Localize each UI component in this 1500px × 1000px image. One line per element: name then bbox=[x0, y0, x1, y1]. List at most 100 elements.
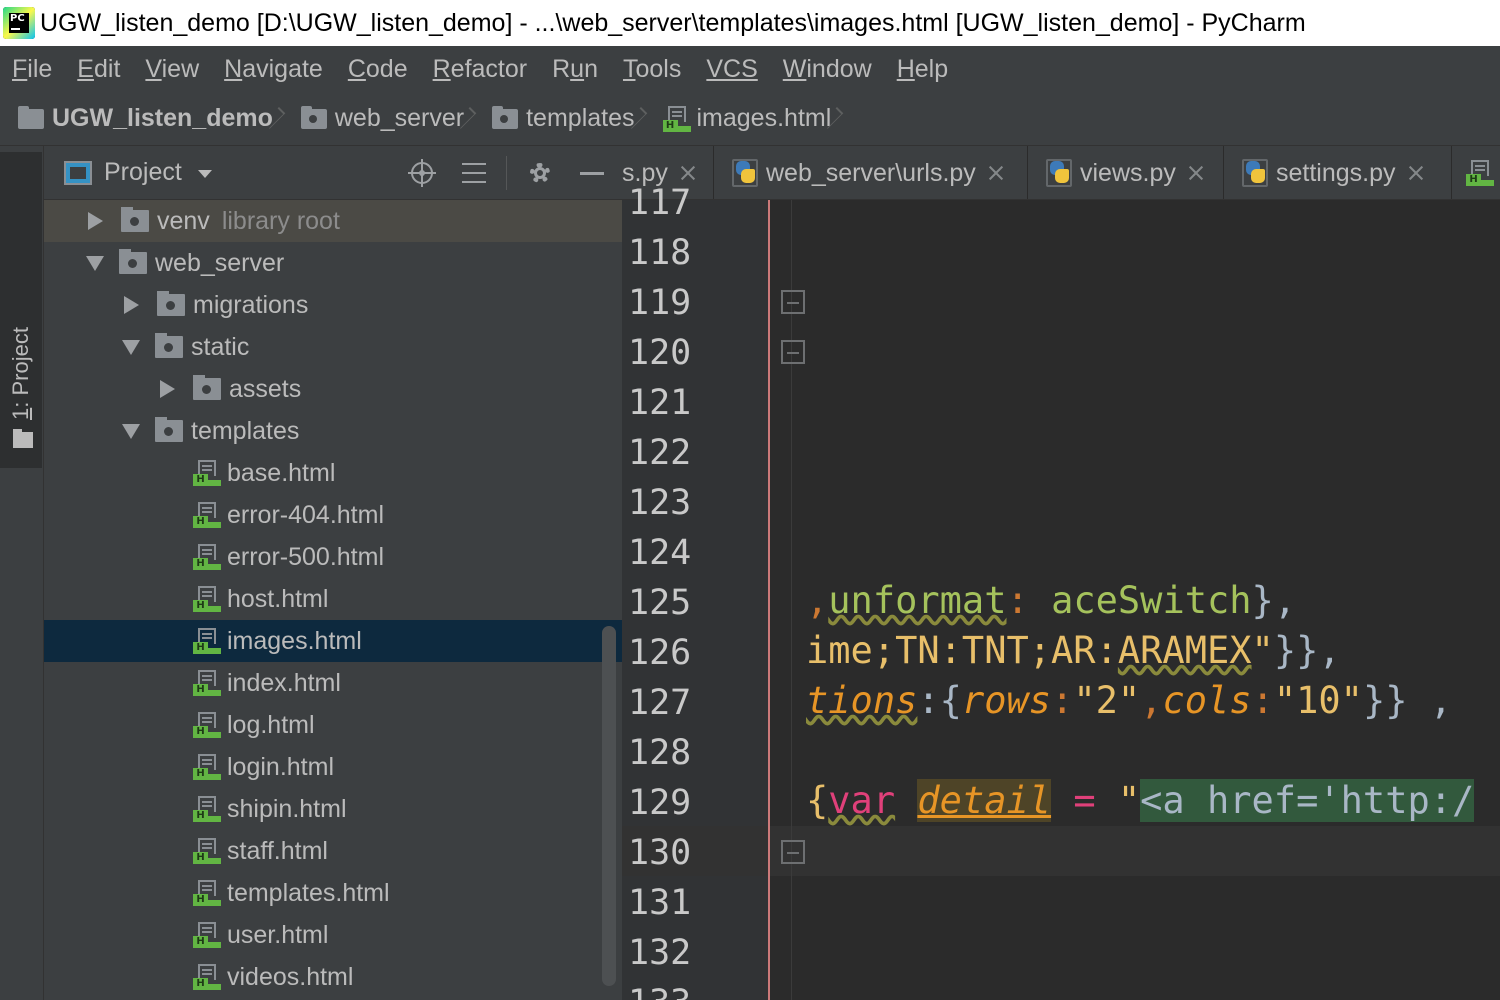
tree-item-assets[interactable]: assets bbox=[44, 368, 622, 410]
line-number: 125 bbox=[628, 583, 692, 623]
close-icon[interactable] bbox=[988, 165, 1004, 181]
pycharm-logo-icon: PC bbox=[3, 7, 35, 39]
right-margin-guide bbox=[768, 200, 770, 1000]
tree-item-file[interactable]: H videos.html bbox=[44, 956, 622, 998]
folder-icon bbox=[13, 429, 33, 448]
html-file-icon: H bbox=[662, 105, 691, 132]
breadcrumb-separator-icon bbox=[837, 102, 851, 136]
tree-item-file[interactable]: H staff.html bbox=[44, 830, 622, 872]
tree-item-file[interactable]: H error-404.html bbox=[44, 494, 622, 536]
tree-item-file[interactable]: H log.html bbox=[44, 704, 622, 746]
html-file-icon: H bbox=[193, 880, 221, 906]
breadcrumb-templates[interactable]: templates bbox=[492, 104, 635, 133]
breadcrumb-images-html[interactable]: H images.html bbox=[662, 104, 831, 133]
tree-item-templates[interactable]: templates bbox=[44, 410, 622, 452]
chevron-down-icon[interactable] bbox=[197, 170, 212, 178]
chevron-right-icon[interactable] bbox=[88, 212, 103, 230]
breadcrumb-project[interactable]: UGW_listen_demo bbox=[18, 104, 273, 133]
tree-item-file[interactable]: H base.html bbox=[44, 452, 622, 494]
line-number: 121 bbox=[628, 383, 692, 423]
line-number: 127 bbox=[628, 683, 692, 723]
locate-file-icon[interactable] bbox=[408, 159, 436, 187]
tool-tab-project[interactable]: 1: Project bbox=[0, 152, 42, 468]
tree-item-web-server[interactable]: web_server bbox=[44, 242, 622, 284]
tree-item-static[interactable]: static bbox=[44, 326, 622, 368]
menu-view[interactable]: View bbox=[145, 55, 199, 84]
html-file-icon: H bbox=[193, 460, 221, 486]
chevron-down-icon[interactable] bbox=[122, 423, 140, 439]
tree-item-file[interactable]: H index.html bbox=[44, 662, 622, 704]
tree-item-venv[interactable]: venv library root bbox=[44, 200, 622, 242]
fold-marker-icon[interactable] bbox=[781, 840, 805, 866]
folder-icon bbox=[155, 333, 183, 358]
menu-bar: File Edit View Navigate Code Refactor Ru… bbox=[0, 46, 1500, 92]
current-line-highlight bbox=[622, 826, 1500, 876]
fold-marker-icon[interactable] bbox=[781, 340, 805, 366]
menu-refactor[interactable]: Refactor bbox=[433, 55, 528, 84]
line-number: 119 bbox=[628, 283, 692, 323]
html-file-icon: H bbox=[1466, 160, 1494, 186]
chevron-right-icon[interactable] bbox=[124, 296, 139, 314]
menu-vcs[interactable]: VCS bbox=[706, 55, 757, 84]
close-icon[interactable] bbox=[1188, 165, 1204, 181]
tree-scrollbar[interactable] bbox=[602, 626, 616, 986]
code-line-125: ,unformat: aceSwitch}, bbox=[806, 579, 1297, 622]
tab-settings-py[interactable]: settings.py bbox=[1232, 146, 1452, 199]
gear-icon[interactable] bbox=[526, 159, 554, 187]
menu-code[interactable]: Code bbox=[348, 55, 408, 84]
tab-urls-py[interactable]: web_server\urls.py bbox=[722, 146, 1028, 199]
tree-item-file[interactable]: H user.html bbox=[44, 914, 622, 956]
folder-icon bbox=[119, 249, 147, 274]
line-number: 129 bbox=[628, 783, 692, 823]
chevron-down-icon[interactable] bbox=[86, 255, 104, 271]
menu-tools[interactable]: Tools bbox=[623, 55, 681, 84]
close-icon[interactable] bbox=[1408, 165, 1424, 181]
chevron-right-icon[interactable] bbox=[160, 380, 175, 398]
html-file-icon: H bbox=[193, 964, 221, 990]
line-number: 133 bbox=[628, 978, 748, 1000]
line-number-current: 130 bbox=[628, 833, 692, 873]
tab-html-file[interactable]: H bbox=[1456, 146, 1500, 199]
project-panel: Project venv library root web_server mig… bbox=[44, 146, 622, 1000]
navigation-breadcrumb: UGW_listen_demo web_server templates H i… bbox=[0, 92, 1500, 146]
title-bar: PC UGW_listen_demo [D:\UGW_listen_demo] … bbox=[0, 0, 1500, 46]
line-number: 124 bbox=[628, 533, 692, 573]
line-number: 132 bbox=[628, 933, 692, 973]
package-folder-icon bbox=[492, 105, 519, 129]
minimize-icon[interactable] bbox=[578, 159, 606, 187]
menu-run[interactable]: Run bbox=[552, 55, 598, 84]
line-number: 126 bbox=[628, 633, 692, 673]
menu-file[interactable]: File bbox=[12, 55, 52, 84]
tree-item-file[interactable]: H host.html bbox=[44, 578, 622, 620]
breadcrumb-web-server[interactable]: web_server bbox=[300, 104, 464, 133]
tree-item-file-selected[interactable]: H images.html bbox=[44, 620, 622, 662]
chevron-down-icon[interactable] bbox=[122, 339, 140, 355]
window-title: UGW_listen_demo [D:\UGW_listen_demo] - .… bbox=[40, 8, 1306, 37]
fold-marker-icon[interactable] bbox=[781, 290, 805, 316]
menu-edit[interactable]: Edit bbox=[77, 55, 120, 84]
left-tool-strip: 1: Project bbox=[0, 146, 44, 1000]
fold-strip bbox=[770, 200, 792, 1000]
tab-views-py[interactable]: views.py bbox=[1036, 146, 1224, 199]
line-number: 118 bbox=[628, 233, 692, 273]
folder-icon bbox=[193, 375, 221, 400]
tree-item-migrations[interactable]: migrations bbox=[44, 284, 622, 326]
menu-navigate[interactable]: Navigate bbox=[224, 55, 323, 84]
breadcrumb-separator-icon bbox=[470, 102, 484, 136]
folder-icon bbox=[121, 207, 149, 232]
menu-help[interactable]: Help bbox=[897, 55, 948, 84]
project-view-selector[interactable]: Project bbox=[104, 158, 182, 187]
tree-item-file[interactable]: H templates.html bbox=[44, 872, 622, 914]
code-line-129: {var detail = "<a href='http:/ bbox=[806, 779, 1475, 822]
html-file-icon: H bbox=[193, 796, 221, 822]
tree-item-file[interactable]: H login.html bbox=[44, 746, 622, 788]
line-number: 128 bbox=[628, 733, 692, 773]
project-view-icon bbox=[64, 160, 92, 185]
tree-item-file[interactable]: H shipin.html bbox=[44, 788, 622, 830]
menu-window[interactable]: Window bbox=[783, 55, 872, 84]
tree-item-file[interactable]: H error-500.html bbox=[44, 536, 622, 578]
html-file-icon: H bbox=[193, 712, 221, 738]
collapse-all-icon[interactable] bbox=[460, 159, 488, 187]
project-panel-header: Project bbox=[44, 146, 622, 200]
breadcrumb-separator-icon bbox=[641, 102, 655, 136]
